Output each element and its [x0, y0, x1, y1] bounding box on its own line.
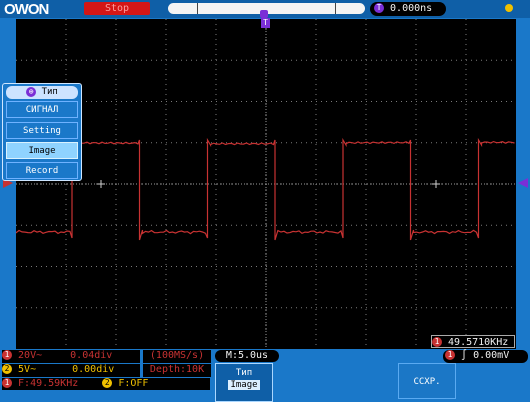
waveform-display[interactable]: [15, 19, 516, 349]
ch1-info: 1 20V~ 0.04div: [2, 350, 140, 363]
ch2-info: 2 5V~ 0.00div: [2, 364, 140, 377]
power-status-icon: [505, 4, 513, 12]
timeline-trigger-pointer-icon: [260, 10, 268, 18]
trigger-position-icon: T: [261, 18, 270, 28]
ch1-freq-icon: 1: [2, 378, 12, 388]
trigger-delay-value: 0.000ns: [390, 3, 433, 14]
softkey-save[interactable]: CCXP.: [398, 363, 456, 399]
ch2-freq-icon: 2: [102, 378, 113, 388]
menu-item-signal[interactable]: СИГНАЛ: [6, 101, 78, 118]
softkey-type-title: Тип: [235, 368, 253, 378]
trigger-frequency-readout: 1 49.5710KHz: [431, 335, 515, 348]
frequency-line: 1 F:49.59KHz 2 F:OFF: [2, 378, 210, 390]
record-depth: Depth:10K: [143, 364, 211, 377]
menu-title: ⊕ Тип: [6, 86, 78, 99]
waveform-svg: [15, 19, 516, 349]
trigger-frequency-value: 49.5710KHz: [448, 337, 509, 348]
softkey-type[interactable]: Тип Image: [215, 363, 273, 402]
menu-item-record[interactable]: Record: [6, 162, 78, 179]
menu-title-label: Тип: [41, 87, 58, 97]
trigger-source-icon: 1: [445, 350, 455, 360]
softkey-type-value: Image: [228, 380, 260, 390]
save-type-menu: ⊕ Тип СИГНАЛ Setting Image Record: [2, 83, 82, 181]
trigger-level-marker-icon[interactable]: [518, 178, 528, 188]
menu-title-icon: ⊕: [26, 86, 37, 97]
trigger-level-value: 0.00mV: [473, 350, 510, 361]
ch1-badge-icon: 1: [432, 337, 442, 347]
sample-rate: (100MS/s): [143, 350, 211, 363]
timeline-right-marker: [335, 3, 336, 14]
trigger-delay-icon: T: [374, 3, 384, 13]
run-state-indicator[interactable]: Stop: [84, 2, 150, 15]
menu-item-image[interactable]: Image: [6, 142, 78, 159]
ch2-frequency: F:OFF: [118, 378, 149, 389]
ch2-coupling: 5V~: [18, 364, 37, 375]
trigger-edge-icon: ∫: [461, 350, 468, 361]
ch1-waveform: [15, 137, 515, 241]
ch1-scale: 0.04div: [70, 350, 113, 361]
ch2-scale: 0.00div: [72, 364, 115, 375]
ch1-frequency: F:49.59KHz: [18, 378, 79, 389]
ch2-info-icon: 2: [2, 364, 12, 374]
timebase-readout: M:5.0us: [215, 350, 279, 362]
ch1-coupling: 20V~: [18, 350, 43, 361]
ch1-info-icon: 1: [2, 350, 12, 360]
trigger-level-readout: 1 ∫ 0.00mV: [443, 350, 528, 363]
trigger-delay-readout: T 0.000ns: [370, 2, 446, 16]
timeline-left-marker: [197, 3, 198, 14]
brand-logo: OWON: [4, 1, 49, 18]
menu-item-setting[interactable]: Setting: [6, 122, 78, 139]
